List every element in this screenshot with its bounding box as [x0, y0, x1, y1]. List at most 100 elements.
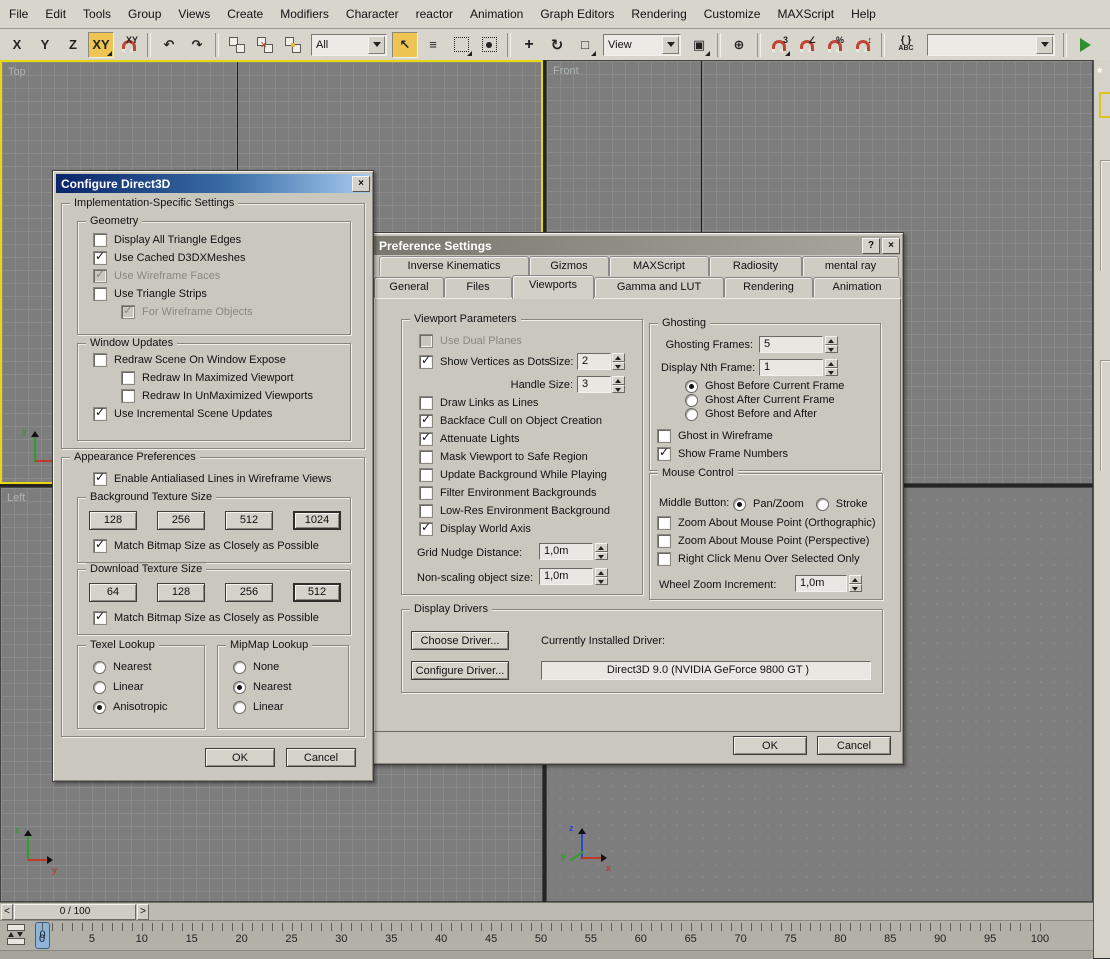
selection-filter-dropdown[interactable]: All — [311, 34, 387, 56]
checkbox-use-dual-planes[interactable]: Use Dual Planes — [419, 332, 522, 350]
mirror-button[interactable] — [1072, 32, 1098, 58]
pref-cancel-button[interactable]: Cancel — [817, 736, 891, 755]
checkbox-row[interactable]: Show Frame Numbers — [657, 445, 788, 463]
checkbox-row[interactable]: Redraw In Maximized Viewport — [121, 369, 313, 387]
grid-nudge-field[interactable]: 1,0m — [539, 543, 593, 560]
pref-tab[interactable]: Files — [444, 277, 512, 297]
bind-to-spacewarp-button[interactable] — [280, 32, 306, 58]
menu-item[interactable]: Tools — [80, 5, 114, 23]
checkbox-row[interactable]: Attenuate Lights — [419, 430, 610, 448]
radio-row[interactable]: Linear — [93, 677, 167, 697]
dropdown-button[interactable] — [662, 36, 679, 54]
rotate-button[interactable]: ↻ — [544, 32, 570, 58]
texture-size-button[interactable]: 128 — [89, 511, 137, 530]
wheel-zoom-field[interactable]: 1,0m — [795, 575, 847, 592]
display-nth-frame-field[interactable]: 1 — [759, 359, 823, 376]
spinner-snap-button[interactable]: ↕ — [850, 32, 876, 58]
wheel-zoom-spinner[interactable] — [849, 575, 862, 592]
texture-size-button[interactable]: 1024 — [293, 511, 341, 530]
checkbox-row[interactable]: Use Wireframe Faces — [93, 267, 253, 285]
pref-tab[interactable]: Gizmos — [529, 256, 609, 276]
checkbox-row[interactable]: Mask Viewport to Safe Region — [419, 448, 610, 466]
axis-z-button[interactable]: Z — [60, 32, 86, 58]
checkbox-row[interactable]: For Wireframe Objects — [121, 303, 253, 321]
nonscaling-field[interactable]: 1,0m — [539, 568, 593, 585]
mini-curve-editor-icon[interactable] — [5, 924, 27, 946]
radio-row[interactable]: Linear — [233, 697, 292, 717]
menu-item[interactable]: Group — [125, 5, 164, 23]
reference-coordsys-dropdown[interactable]: View — [603, 34, 681, 56]
pref-ok-button[interactable]: OK — [733, 736, 807, 755]
texture-size-button[interactable]: 256 — [157, 511, 205, 530]
menu-item[interactable]: Character — [343, 5, 402, 23]
checkbox-row[interactable]: Redraw In UnMaximized Viewports — [121, 387, 313, 405]
radio-row[interactable]: Pan/Zoom — [733, 494, 804, 514]
radio-row[interactable]: None — [233, 657, 292, 677]
checkbox-show-vertices-as-dots[interactable]: Show Vertices as Dots — [419, 353, 550, 371]
undo-button[interactable]: ↶ — [156, 32, 182, 58]
checkbox-row[interactable]: Redraw Scene On Window Expose — [93, 351, 313, 369]
pref-tab[interactable]: Animation — [813, 277, 901, 297]
texture-size-button[interactable]: 256 — [225, 583, 273, 602]
unlink-selection-button[interactable]: ✕ — [252, 32, 278, 58]
radio-row[interactable]: Nearest — [93, 657, 167, 677]
menu-item[interactable]: Rendering — [628, 5, 689, 23]
checkbox-row[interactable]: Use Cached D3DXMeshes — [93, 249, 253, 267]
snap-toggle-button[interactable]: 3 — [766, 32, 792, 58]
radio-row[interactable]: Ghost Before and After — [685, 407, 844, 421]
selection-region-button[interactable] — [448, 32, 474, 58]
handle-size-field[interactable]: 3 — [577, 376, 611, 393]
display-nth-frame-spinner[interactable] — [825, 359, 838, 376]
menu-item[interactable]: Views — [175, 5, 213, 23]
partial-button[interactable] — [1099, 92, 1110, 118]
close-button[interactable]: × — [352, 176, 370, 192]
ghosting-frames-spinner[interactable] — [825, 336, 838, 353]
menu-item[interactable]: Animation — [467, 5, 526, 23]
next-frame-button[interactable]: > — [137, 904, 149, 920]
select-object-button[interactable]: ↖ — [392, 32, 418, 58]
named-selection-dropdown[interactable] — [927, 34, 1055, 56]
snap-xy-button[interactable]: XY — [116, 32, 142, 58]
checkbox-row[interactable]: Use Incremental Scene Updates — [93, 405, 313, 423]
size-field[interactable]: 2 — [577, 353, 611, 370]
angle-snap-button[interactable]: ∠ — [794, 32, 820, 58]
checkbox-row[interactable]: Zoom About Mouse Point (Orthographic) — [657, 514, 875, 532]
percent-snap-button[interactable]: % — [822, 32, 848, 58]
pref-tab[interactable]: Viewports — [512, 275, 594, 299]
pref-tab[interactable]: Rendering — [724, 277, 813, 297]
d3d-ok-button[interactable]: OK — [205, 748, 275, 767]
checkbox-row[interactable]: Right Click Menu Over Selected Only — [657, 550, 875, 568]
checkbox-row[interactable]: Zoom About Mouse Point (Perspective) — [657, 532, 875, 550]
previous-frame-button[interactable]: < — [1, 904, 13, 920]
size-spinner[interactable] — [612, 353, 625, 370]
checkbox-row[interactable]: Use Triangle Strips — [93, 285, 253, 303]
pref-tab[interactable]: Gamma and LUT — [594, 277, 724, 297]
axis-x-button[interactable]: X — [4, 32, 30, 58]
help-button[interactable]: ? — [862, 238, 880, 254]
dropdown-button[interactable] — [1036, 36, 1053, 54]
pref-tab[interactable]: Radiosity — [709, 256, 802, 276]
viewport-label-top[interactable]: Top — [8, 66, 26, 78]
menu-item[interactable]: Edit — [42, 5, 69, 23]
pref-tab[interactable]: mental ray — [802, 256, 899, 276]
select-by-name-button[interactable]: ≡ — [420, 32, 446, 58]
configure-driver-button[interactable]: Configure Driver... — [411, 661, 509, 680]
viewport-label-left[interactable]: Left — [7, 492, 25, 504]
configure-direct3d-titlebar[interactable]: Configure Direct3D × — [56, 174, 370, 193]
checkbox-row[interactable]: Display All Triangle Edges — [93, 231, 253, 249]
checkbox-match-bitmap-bg[interactable]: Match Bitmap Size as Closely as Possible — [93, 537, 319, 555]
menu-item[interactable]: Create — [224, 5, 266, 23]
texture-size-button[interactable]: 512 — [225, 511, 273, 530]
pref-tab[interactable]: General — [374, 277, 444, 297]
checkbox-row[interactable]: Low-Res Environment Background — [419, 502, 610, 520]
use-center-button[interactable]: ▣ — [686, 32, 712, 58]
dropdown-button[interactable] — [368, 36, 385, 54]
scale-button[interactable]: □ — [572, 32, 598, 58]
close-button[interactable]: × — [882, 238, 900, 254]
menu-item[interactable]: Help — [848, 5, 879, 23]
select-and-link-button[interactable] — [224, 32, 250, 58]
checkbox-row[interactable]: Filter Environment Backgrounds — [419, 484, 610, 502]
viewport-label-front[interactable]: Front — [553, 65, 579, 77]
move-button[interactable]: + — [516, 32, 542, 58]
d3d-cancel-button[interactable]: Cancel — [286, 748, 356, 767]
